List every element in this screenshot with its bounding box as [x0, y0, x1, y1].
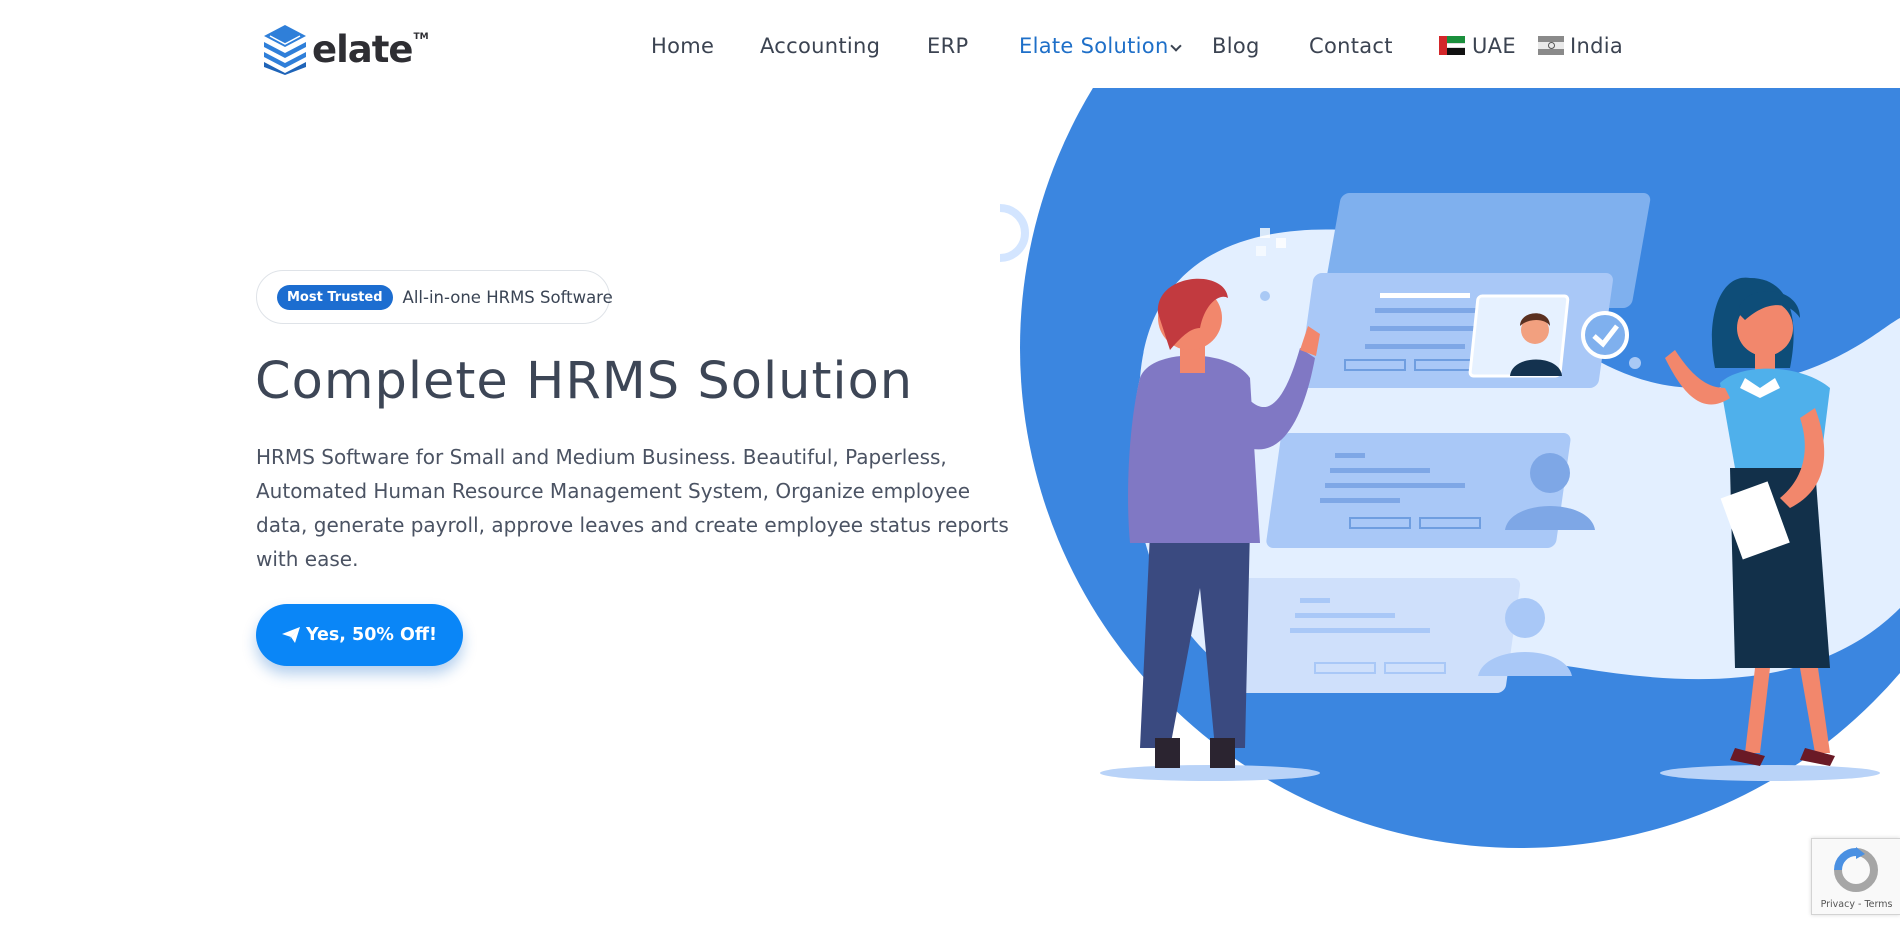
nav-blog[interactable]: Blog [1212, 30, 1260, 62]
nav-region-india[interactable]: India [1570, 30, 1623, 62]
nav-region-uae[interactable]: UAE [1472, 30, 1516, 62]
india-flag-icon[interactable] [1538, 36, 1564, 55]
nav-erp[interactable]: ERP [927, 30, 968, 62]
hero-badge: Most Trusted All-in-one HRMS Software [256, 270, 613, 324]
hrms-illustration [1000, 88, 1900, 848]
badge-text: All-in-one HRMS Software [402, 287, 613, 307]
hero-description: HRMS Software for Small and Medium Busin… [256, 445, 1009, 571]
ring-icon [1000, 204, 1029, 262]
cta-label: Yes, 50% Off! [305, 625, 438, 645]
uae-flag-icon[interactable] [1439, 36, 1465, 55]
card-bottom [1216, 578, 1521, 693]
paper-plane-icon [281, 627, 300, 643]
checkmark-icon [1581, 311, 1629, 359]
card-middle [1266, 433, 1571, 548]
page-title: Complete HRMS Solution [255, 352, 914, 411]
chevron-down-icon[interactable] [1170, 40, 1182, 52]
recaptcha-icon [1834, 847, 1878, 892]
nav-home[interactable]: Home [651, 30, 714, 62]
nav-accounting[interactable]: Accounting [760, 30, 880, 62]
most-trusted-tag: Most Trusted [277, 284, 393, 310]
nav-elate-solution[interactable]: Elate Solution [1019, 30, 1169, 62]
recaptcha-links[interactable]: Privacy - Terms [1812, 899, 1900, 910]
nav-contact[interactable]: Contact [1309, 30, 1393, 62]
cta-button[interactable]: Yes, 50% Off! [256, 604, 463, 666]
main-nav: Home Accounting ERP Elate Solution Blog … [0, 30, 1900, 62]
recaptcha-badge[interactable]: Privacy - Terms [1811, 838, 1900, 915]
